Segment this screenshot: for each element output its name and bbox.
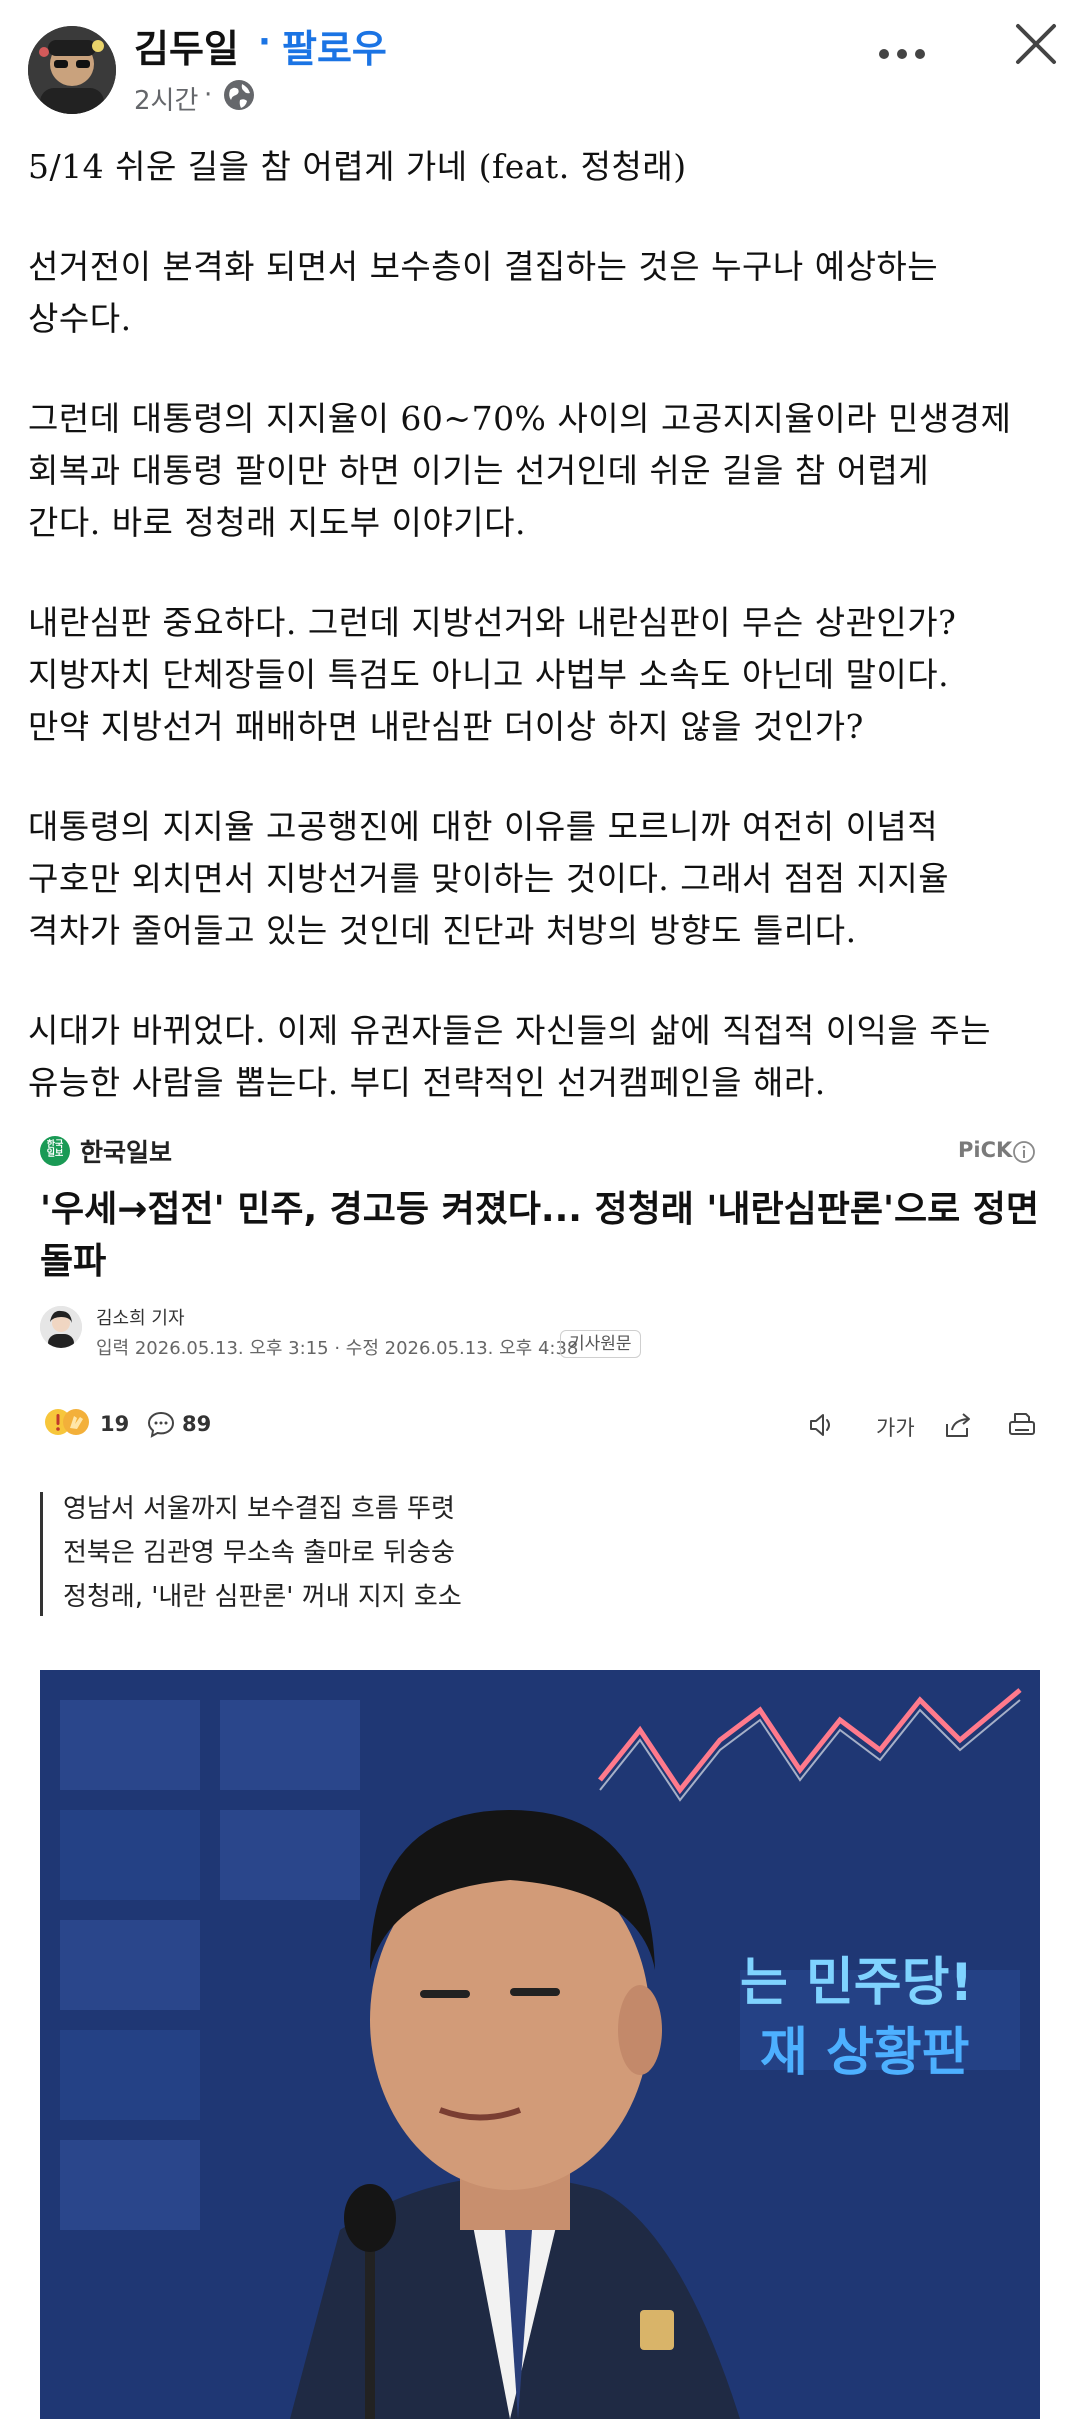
- post-line: 회복과 대통령 팔이만 하면 이기는 선거인데 쉬운 길을 참 어렵게: [28, 451, 930, 490]
- post-line: 선거전이 본격화 되면서 보수층이 결집하는 것은 누구나 예상하는: [28, 247, 939, 286]
- article-summary: 영남서 서울까지 보수결집 흐름 뚜렷 전북은 김관영 무소속 출마로 뒤숭숭 …: [40, 1492, 1040, 1616]
- post-line: 격차가 줄어들고 있는 것인데 진단과 처방의 방향도 틀리다.: [28, 911, 857, 950]
- publisher-name[interactable]: 한국일보: [80, 1133, 172, 1169]
- follow-separator: ·: [258, 22, 271, 62]
- print-icon[interactable]: [1006, 1410, 1038, 1440]
- reaction-count: 19: [100, 1412, 130, 1436]
- post-line: 지방자치 단체장들이 특검도 아니고 사법부 소속도 아닌데 말이다.: [28, 655, 950, 694]
- time-separator: ·: [204, 80, 213, 110]
- page: 김두일 · 팔로우 2시간 · 5/14 쉬운 길을 참 어렵게 가네 (fea…: [0, 0, 1080, 2419]
- post-line: 만약 지방선거 패배하면 내란심판 더이상 하지 않을 것인가?: [28, 707, 864, 746]
- post-time[interactable]: 2시간: [134, 80, 198, 117]
- article-dates: 입력 2026.05.13. 오후 3:15 · 수정 2026.05.13. …: [96, 1338, 579, 1359]
- original-article-button[interactable]: 기사원문: [560, 1330, 641, 1358]
- speaker-icon[interactable]: [806, 1410, 838, 1440]
- post-line: 시대가 바뀌었다. 이제 유권자들은 자신들의 삶에 직접적 이익을 주는: [28, 1011, 991, 1050]
- clap-emoji-icon: [63, 1409, 89, 1435]
- reporter-name[interactable]: 김소희 기자: [96, 1304, 185, 1330]
- comment-count: 89: [182, 1412, 212, 1436]
- author-name[interactable]: 김두일: [134, 18, 239, 73]
- post-line: 대통령의 지지율 고공행진에 대한 이유를 모르니까 여전히 이념적: [28, 807, 939, 846]
- post-line: 간다. 바로 정청래 지도부 이야기다.: [28, 503, 526, 542]
- summary-line: 전북은 김관영 무소속 출마로 뒤숭숭: [63, 1538, 455, 1568]
- info-icon[interactable]: [1012, 1140, 1036, 1164]
- summary-line: 정청래, '내란 심판론' 꺼내 지지 호소: [63, 1582, 462, 1612]
- font-size-button[interactable]: 가가: [876, 1412, 915, 1442]
- summary-line: 영남서 서울까지 보수결집 흐름 뚜렷: [63, 1494, 455, 1524]
- post-header: 김두일 · 팔로우 2시간 ·: [0, 0, 1080, 130]
- share-icon[interactable]: [942, 1410, 974, 1440]
- post-line: 유능한 사람을 뽑는다. 부디 전략적인 선거캠페인을 해라.: [28, 1063, 826, 1102]
- publisher-logo: 한국 일보: [40, 1136, 70, 1166]
- comment-icon[interactable]: [146, 1409, 176, 1439]
- publisher-logo-text: 한국 일보: [46, 1140, 64, 1159]
- pick-label: PiCK: [958, 1138, 1013, 1162]
- post-line: 내란심판 중요하다. 그런데 지방선거와 내란심판이 무슨 상관인가?: [28, 603, 957, 642]
- photo-banner-line-1: 는 민주당!: [740, 1953, 973, 2013]
- author-avatar[interactable]: [28, 26, 116, 114]
- follow-button[interactable]: 팔로우: [282, 18, 387, 73]
- post-line: 5/14 쉬운 길을 참 어렵게 가네 (feat. 정청래): [28, 147, 687, 186]
- article-headline[interactable]: '우세→접전' 민주, 경고등 켜졌다... 정청래 '내란심판론'으로 정면돌…: [40, 1184, 1050, 1288]
- close-icon[interactable]: [1014, 22, 1058, 66]
- more-options-icon[interactable]: [872, 40, 932, 68]
- reporter-avatar: [40, 1306, 82, 1348]
- photo-banner-line-2: 재 상황판: [760, 2023, 969, 2083]
- post-line: 상수다.: [28, 299, 132, 338]
- article-photo[interactable]: 는 민주당! 재 상황판: [40, 1670, 1040, 2419]
- post-line: 구호만 외치면서 지방선거를 맞이하는 것이다. 그래서 점점 지지율: [28, 859, 950, 898]
- post-line: 그런데 대통령의 지지율이 60~70% 사이의 고공지지율이라 민생경제: [28, 399, 1012, 438]
- globe-icon: [224, 80, 254, 110]
- photo-illustration: 는 민주당! 재 상황판: [40, 1670, 1040, 2419]
